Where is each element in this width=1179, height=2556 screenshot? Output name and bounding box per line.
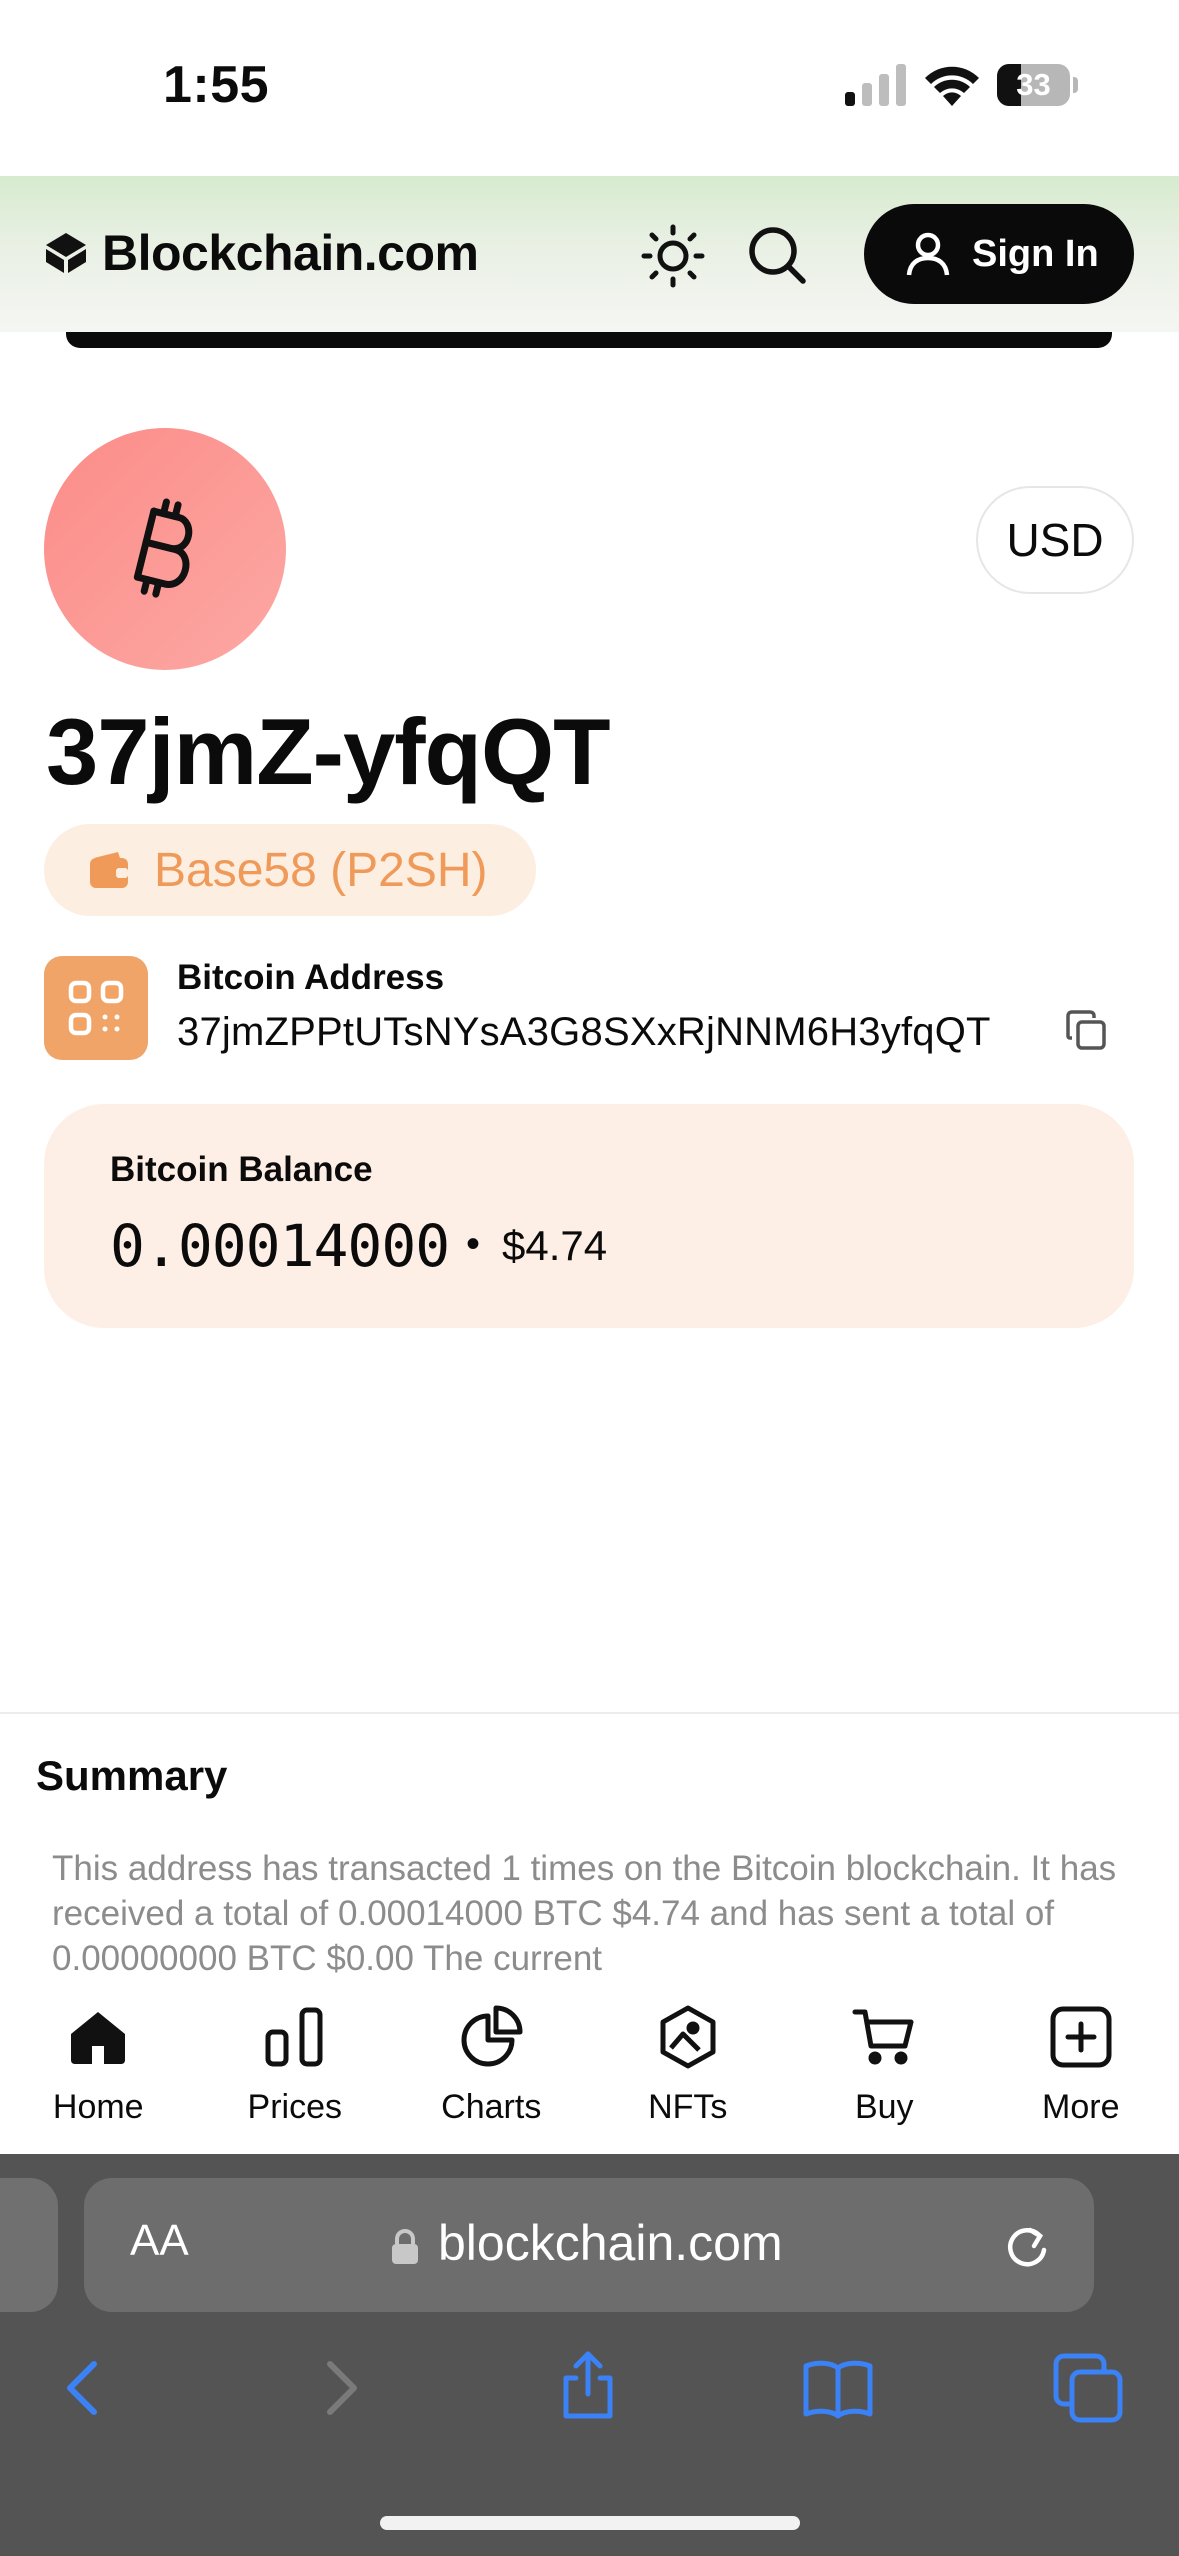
section-divider [0, 1712, 1179, 1714]
nav-label-home: Home [52, 2088, 144, 2126]
summary-heading: Summary [36, 1752, 228, 1799]
url-text[interactable]: blockchain.com [438, 2214, 783, 2272]
home-indicator[interactable] [380, 2516, 800, 2530]
blockchain-logo-icon[interactable] [44, 231, 88, 275]
balance-label: Bitcoin Balance [110, 1150, 373, 1189]
lock-icon [392, 2229, 418, 2264]
cellular-signal-icon [845, 64, 906, 106]
reload-icon[interactable] [1002, 2222, 1052, 2272]
site-header: Blockchain.com Sign In [0, 176, 1179, 332]
balance-separator: • [466, 1222, 481, 1266]
bar-chart-icon [265, 2007, 323, 2067]
status-time: 1:55 [163, 56, 270, 114]
currency-toggle-button[interactable]: USD [976, 486, 1134, 594]
nav-item-prices[interactable]: Prices [197, 1984, 394, 2154]
sign-in-label: Sign In [972, 232, 1099, 275]
balance-btc-value: 0.00014000 [110, 1212, 450, 1280]
sign-in-button[interactable]: Sign In [864, 204, 1134, 304]
nav-label-charts: Charts [441, 2088, 542, 2126]
address-type-label: Base58 (P2SH) [154, 843, 488, 897]
bitcoin-address-value[interactable]: 37jmZPPtUTsNYsA3G8SXxRjNNM6H3yfqQT [177, 1010, 991, 1055]
nav-item-home[interactable]: Home [0, 1984, 197, 2154]
back-icon[interactable] [48, 2352, 120, 2424]
bottom-nav-bar: Home Prices Charts NFTs Buy More [0, 1984, 1179, 2154]
qr-code-icon[interactable] [44, 956, 148, 1060]
share-icon[interactable] [552, 2348, 624, 2420]
text-size-label: AA [130, 2216, 189, 2265]
pie-chart-icon [461, 2005, 523, 2067]
sun-icon[interactable] [640, 223, 706, 289]
nav-label-prices: Prices [247, 2088, 342, 2126]
browser-toolbar: AA blockchain.com [0, 2154, 1179, 2556]
bitcoin-coin-avatar [44, 428, 286, 670]
battery-indicator: 33 [997, 64, 1078, 106]
text-size-button[interactable]: AA [130, 2216, 189, 2266]
plus-square-icon [1050, 2006, 1112, 2068]
balance-usd-value: $4.74 [502, 1222, 608, 1269]
home-icon [71, 2012, 126, 2064]
tabs-icon[interactable] [1052, 2352, 1124, 2424]
summary-text: This address has transacted 1 times on t… [52, 1849, 1117, 1978]
wifi-icon [925, 66, 979, 106]
nav-item-charts[interactable]: Charts [393, 1984, 590, 2154]
cart-icon [852, 2009, 914, 2065]
site-logo-text[interactable]: Blockchain.com [102, 224, 479, 282]
nav-item-nfts[interactable]: NFTs [590, 1984, 787, 2154]
search-icon[interactable] [746, 224, 808, 286]
bookmarks-icon[interactable] [802, 2352, 874, 2424]
address-bar[interactable]: AA blockchain.com [84, 2178, 1094, 2312]
copy-icon[interactable] [1064, 1008, 1108, 1052]
nav-item-buy[interactable]: Buy [786, 1984, 983, 2154]
wallet-icon [90, 852, 128, 888]
bitcoin-icon [133, 498, 193, 598]
bitcoin-address-label: Bitcoin Address [177, 958, 445, 997]
user-icon [906, 232, 950, 276]
nav-label-more: More [1042, 2088, 1120, 2126]
forward-icon[interactable] [304, 2352, 376, 2424]
status-bar: 1:55 33 [0, 0, 1179, 176]
nav-label-nfts: NFTs [648, 2088, 728, 2126]
bitcoin-balance-card: Bitcoin Balance 0.00014000 • $4.74 [44, 1104, 1134, 1328]
nav-item-more[interactable]: More [983, 1984, 1179, 2154]
previous-tab-peek[interactable] [0, 2178, 58, 2312]
address-short-title: 37jmZ-yfqQT [46, 699, 611, 804]
battery-percent: 33 [1016, 67, 1051, 102]
address-type-badge: Base58 (P2SH) [44, 824, 536, 916]
nav-label-buy: Buy [854, 2088, 914, 2126]
collapsed-banner-edge [66, 332, 1112, 348]
nft-icon [660, 2005, 716, 2069]
